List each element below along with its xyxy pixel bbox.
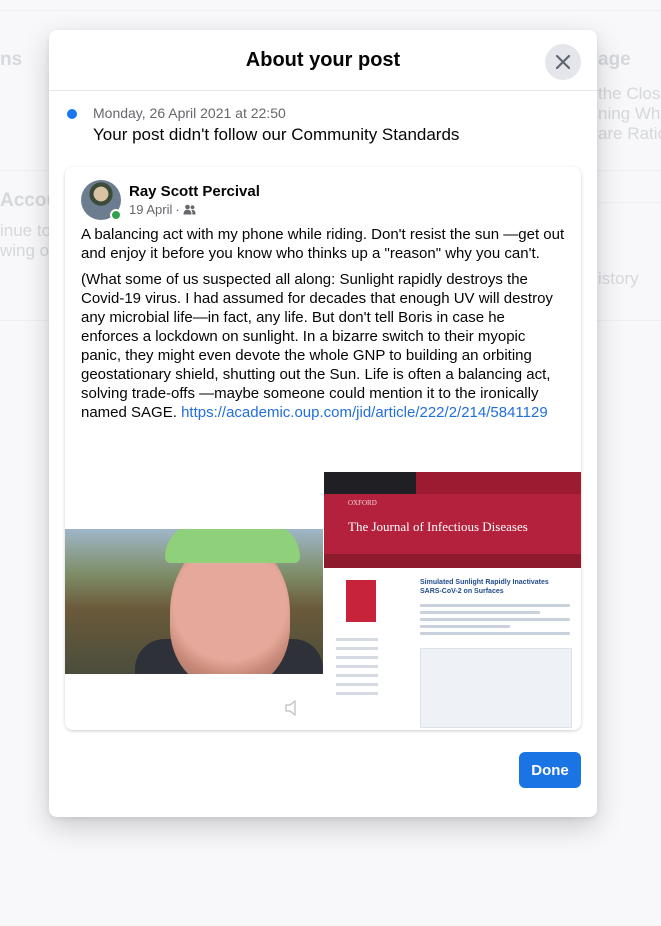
dialog-header: About your post — [49, 30, 597, 91]
speaker-icon[interactable] — [283, 698, 303, 718]
article-publisher: OXFORD — [348, 499, 377, 507]
post-body: A balancing act with my phone while ridi… — [65, 221, 581, 422]
post-paragraph: (What some of us suspected all along: Su… — [81, 270, 565, 422]
article-headline: Simulated Sunlight Rapidly Inactivates S… — [420, 579, 549, 595]
dialog-footer: Done — [49, 732, 597, 817]
video-frame — [65, 529, 323, 674]
post-meta: Ray Scott Percival 19 April · — [129, 182, 260, 218]
about-post-dialog: About your post Monday, 26 April 2021 at… — [49, 30, 597, 817]
post-paragraph: A balancing act with my phone while ridi… — [81, 226, 565, 262]
article-text-lines — [420, 604, 570, 639]
post-date[interactable]: 19 April — [129, 201, 172, 218]
notice-message: Your post didn't follow our Community St… — [93, 125, 460, 144]
article-sidebar — [336, 638, 396, 701]
post-header: Ray Scott Percival 19 April · — [65, 167, 581, 221]
post-card: Ray Scott Percival 19 April · A balancin… — [65, 167, 581, 730]
close-icon — [555, 54, 571, 70]
separator: · — [175, 201, 180, 217]
article-preview-image[interactable]: OXFORD The Journal of Infectious Disease… — [324, 472, 581, 730]
post-author[interactable]: Ray Scott Percival — [129, 182, 260, 201]
post-media: OXFORD The Journal of Infectious Disease… — [65, 472, 581, 730]
avatar[interactable] — [81, 179, 122, 221]
article-topbar — [324, 472, 581, 494]
journal-cover-image — [346, 580, 376, 622]
online-status-icon — [110, 208, 122, 221]
article-body: Simulated Sunlight Rapidly Inactivates S… — [324, 568, 581, 730]
post-subline: 19 April · — [129, 201, 260, 218]
done-button[interactable]: Done — [519, 752, 581, 788]
article-abstract-box — [420, 648, 572, 728]
video-subject-cap — [165, 529, 300, 563]
article-banner: OXFORD The Journal of Infectious Disease… — [324, 494, 581, 554]
dialog-title: About your post — [245, 48, 401, 71]
post-paragraph-text: (What some of us suspected all along: Su… — [81, 271, 553, 421]
article-topbar-strip — [416, 472, 581, 494]
notice-date: Monday, 26 April 2021 at 22:50 — [93, 105, 286, 121]
article-journal: The Journal of Infectious Diseases — [348, 519, 528, 534]
unread-dot-icon — [67, 109, 77, 119]
post-link[interactable]: https://academic.oup.com/jid/article/222… — [181, 404, 548, 421]
friends-icon — [183, 204, 196, 214]
post-video[interactable] — [65, 472, 323, 730]
article-menu — [324, 554, 581, 568]
violation-notice: Monday, 26 April 2021 at 22:50 Your post… — [49, 91, 597, 161]
close-button[interactable] — [545, 44, 581, 80]
